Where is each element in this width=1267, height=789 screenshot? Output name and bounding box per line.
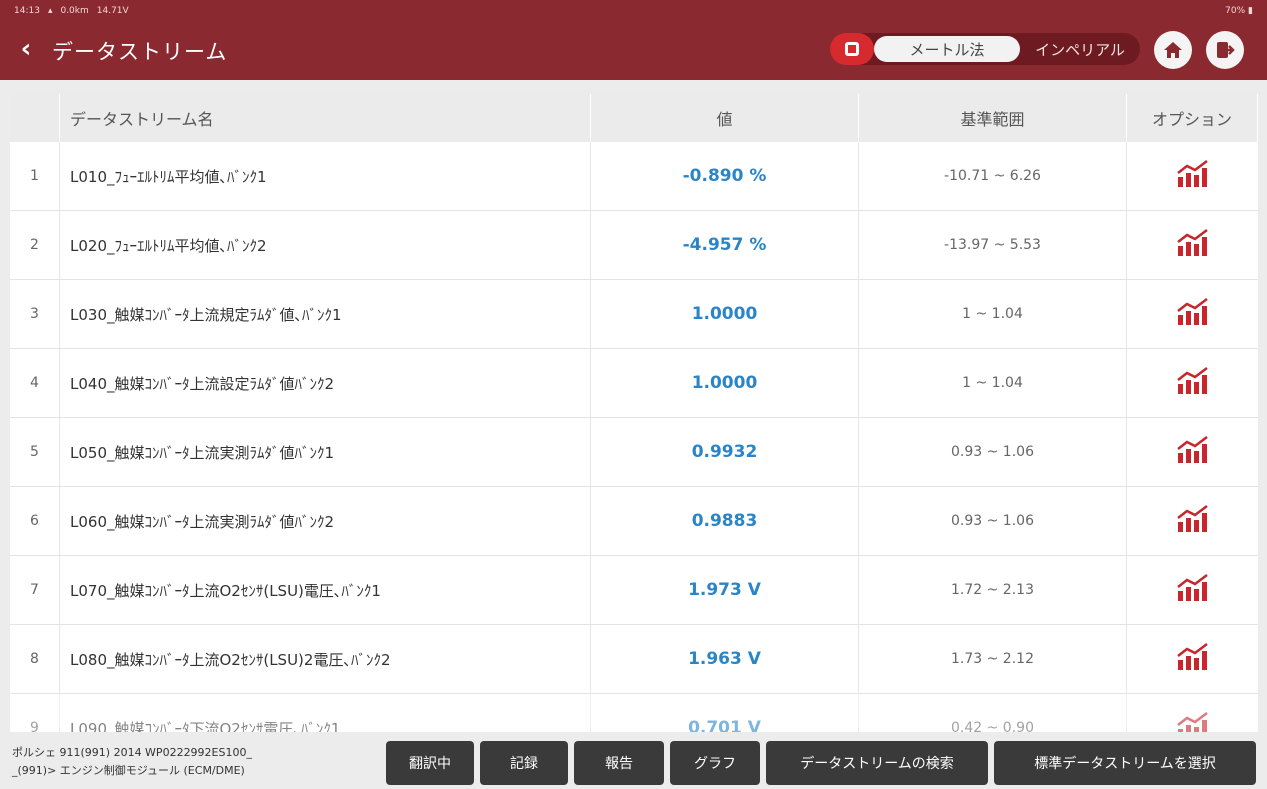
row-number: 6 — [10, 487, 60, 555]
bar-line-graph-icon[interactable] — [1175, 366, 1211, 400]
back-button[interactable]: ‹ — [12, 34, 40, 64]
report-button[interactable]: 報告 — [574, 741, 664, 785]
record-stop-icon[interactable] — [830, 33, 874, 65]
row-value: -0.890 % — [591, 142, 859, 210]
row-number: 2 — [10, 211, 60, 279]
home-icon — [1164, 42, 1182, 58]
row-name: L090_触媒ｺﾝﾊﾞｰﾀ下流O2ｾﾝｻ電圧､ﾊﾞﾝｸ1 — [60, 694, 591, 732]
row-number: 9 — [10, 694, 60, 732]
row-value: 1.963 V — [591, 625, 859, 693]
status-time: 14:13 — [14, 6, 40, 16]
bottom-toolbar: ポルシェ 911(991) 2014 WP0222992ES100_ _(991… — [0, 734, 1267, 789]
row-range: -13.97 ~ 5.53 — [859, 211, 1127, 279]
header-number — [10, 94, 60, 142]
exit-icon — [1217, 42, 1235, 58]
row-name: L020_ﾌｭｰｴﾙﾄﾘﾑ平均値､ﾊﾞﾝｸ2 — [60, 211, 591, 279]
battery-percent: 70% — [1225, 6, 1246, 16]
row-value: 0.701 V — [591, 694, 859, 732]
table-row[interactable]: 4 L040_触媒ｺﾝﾊﾞｰﾀ上流設定ﾗﾑﾀﾞ値ﾊﾞﾝｸ2 1.0000 1 ~… — [10, 349, 1258, 418]
row-option[interactable] — [1127, 625, 1258, 693]
row-range: 1 ~ 1.04 — [859, 280, 1127, 348]
row-number: 4 — [10, 349, 60, 417]
header-option: オプション — [1127, 94, 1258, 142]
wifi-icon: ▴ — [47, 6, 53, 16]
header-name: データストリーム名 — [60, 94, 591, 142]
row-name: L070_触媒ｺﾝﾊﾞｰﾀ上流O2ｾﾝｻ(LSU)電圧､ﾊﾞﾝｸ1 — [60, 556, 591, 624]
graph-button[interactable]: グラフ — [670, 741, 760, 785]
row-option[interactable] — [1127, 487, 1258, 555]
unit-imperial-option[interactable]: インペリアル — [1024, 36, 1136, 62]
status-bar: 14:13 ▴ 0.0km 14.71V 70% ▮ — [14, 4, 1253, 18]
app-header: 14:13 ▴ 0.0km 14.71V 70% ▮ ‹ データストリーム メー… — [0, 0, 1267, 80]
row-number: 1 — [10, 142, 60, 210]
row-option[interactable] — [1127, 211, 1258, 279]
datastream-table: データストリーム名 値 基準範囲 オプション 1 L010_ﾌｭｰｴﾙﾄﾘﾑ平均… — [10, 94, 1258, 732]
row-option[interactable] — [1127, 280, 1258, 348]
header-value: 値 — [591, 94, 859, 142]
row-number: 3 — [10, 280, 60, 348]
row-value: 1.0000 — [591, 349, 859, 417]
row-number: 8 — [10, 625, 60, 693]
row-value: 0.9932 — [591, 418, 859, 486]
row-option[interactable] — [1127, 142, 1258, 210]
vehicle-line-1: ポルシェ 911(991) 2014 WP0222992ES100_ — [12, 746, 252, 759]
bar-line-graph-icon[interactable] — [1175, 504, 1211, 538]
home-button[interactable] — [1154, 31, 1192, 69]
bar-line-graph-icon[interactable] — [1175, 228, 1211, 262]
select-standard-datastream-button[interactable]: 標準データストリームを選択 — [994, 741, 1256, 785]
table-header: データストリーム名 値 基準範囲 オプション — [10, 94, 1258, 142]
row-name: L050_触媒ｺﾝﾊﾞｰﾀ上流実測ﾗﾑﾀﾞ値ﾊﾞﾝｸ1 — [60, 418, 591, 486]
bar-line-graph-icon[interactable] — [1175, 435, 1211, 469]
battery-icon: ▮ — [1248, 6, 1253, 16]
row-range: 1 ~ 1.04 — [859, 349, 1127, 417]
row-name: L080_触媒ｺﾝﾊﾞｰﾀ上流O2ｾﾝｻ(LSU)2電圧､ﾊﾞﾝｸ2 — [60, 625, 591, 693]
vehicle-info: ポルシェ 911(991) 2014 WP0222992ES100_ _(991… — [12, 744, 382, 780]
translate-button[interactable]: 翻訳中 — [386, 741, 474, 785]
bar-line-graph-icon[interactable] — [1175, 297, 1211, 331]
row-range: -10.71 ~ 6.26 — [859, 142, 1127, 210]
table-row[interactable]: 5 L050_触媒ｺﾝﾊﾞｰﾀ上流実測ﾗﾑﾀﾞ値ﾊﾞﾝｸ1 0.9932 0.9… — [10, 418, 1258, 487]
bar-line-graph-icon[interactable] — [1175, 642, 1211, 676]
row-option[interactable] — [1127, 694, 1258, 732]
row-range: 1.73 ~ 2.12 — [859, 625, 1127, 693]
bar-line-graph-icon[interactable] — [1175, 711, 1211, 732]
table-row[interactable]: 3 L030_触媒ｺﾝﾊﾞｰﾀ上流規定ﾗﾑﾀﾞ値､ﾊﾞﾝｸ1 1.0000 1 … — [10, 280, 1258, 349]
bar-line-graph-icon[interactable] — [1175, 573, 1211, 607]
row-number: 5 — [10, 418, 60, 486]
row-name: L010_ﾌｭｰｴﾙﾄﾘﾑ平均値､ﾊﾞﾝｸ1 — [60, 142, 591, 210]
row-value: 0.9883 — [591, 487, 859, 555]
row-option[interactable] — [1127, 349, 1258, 417]
row-value: 1.973 V — [591, 556, 859, 624]
unit-toggle[interactable]: メートル法 インペリアル — [830, 33, 1140, 65]
bar-line-graph-icon[interactable] — [1175, 159, 1211, 193]
row-number: 7 — [10, 556, 60, 624]
row-option[interactable] — [1127, 556, 1258, 624]
row-range: 1.72 ~ 2.13 — [859, 556, 1127, 624]
table-row[interactable]: 2 L020_ﾌｭｰｴﾙﾄﾘﾑ平均値､ﾊﾞﾝｸ2 -4.957 % -13.97… — [10, 211, 1258, 280]
header-range: 基準範囲 — [859, 94, 1127, 142]
page-title: データストリーム — [52, 40, 228, 64]
vehicle-line-2: _(991)> エンジン制御モジュール (ECM/DME) — [12, 764, 245, 777]
row-value: 1.0000 — [591, 280, 859, 348]
table-row[interactable]: 7 L070_触媒ｺﾝﾊﾞｰﾀ上流O2ｾﾝｻ(LSU)電圧､ﾊﾞﾝｸ1 1.97… — [10, 556, 1258, 625]
unit-metric-option[interactable]: メートル法 — [874, 36, 1020, 62]
record-button[interactable]: 記録 — [480, 741, 568, 785]
row-range: 0.42 ~ 0.90 — [859, 694, 1127, 732]
search-datastream-button[interactable]: データストリームの検索 — [766, 741, 988, 785]
row-value: -4.957 % — [591, 211, 859, 279]
table-row[interactable]: 9 L090_触媒ｺﾝﾊﾞｰﾀ下流O2ｾﾝｻ電圧､ﾊﾞﾝｸ1 0.701 V 0… — [10, 694, 1258, 732]
battery-voltage: 14.71V — [96, 6, 129, 16]
table-row[interactable]: 8 L080_触媒ｺﾝﾊﾞｰﾀ上流O2ｾﾝｻ(LSU)2電圧､ﾊﾞﾝｸ2 1.9… — [10, 625, 1258, 694]
row-range: 0.93 ~ 1.06 — [859, 487, 1127, 555]
table-row[interactable]: 6 L060_触媒ｺﾝﾊﾞｰﾀ上流実測ﾗﾑﾀﾞ値ﾊﾞﾝｸ2 0.9883 0.9… — [10, 487, 1258, 556]
row-name: L030_触媒ｺﾝﾊﾞｰﾀ上流規定ﾗﾑﾀﾞ値､ﾊﾞﾝｸ1 — [60, 280, 591, 348]
table-row[interactable]: 1 L010_ﾌｭｰｴﾙﾄﾘﾑ平均値､ﾊﾞﾝｸ1 -0.890 % -10.71… — [10, 142, 1258, 211]
exit-button[interactable] — [1206, 31, 1244, 69]
chevron-left-icon: ‹ — [20, 34, 32, 64]
row-name: L060_触媒ｺﾝﾊﾞｰﾀ上流実測ﾗﾑﾀﾞ値ﾊﾞﾝｸ2 — [60, 487, 591, 555]
row-name: L040_触媒ｺﾝﾊﾞｰﾀ上流設定ﾗﾑﾀﾞ値ﾊﾞﾝｸ2 — [60, 349, 591, 417]
row-range: 0.93 ~ 1.06 — [859, 418, 1127, 486]
row-option[interactable] — [1127, 418, 1258, 486]
status-network: 0.0km — [60, 6, 89, 16]
